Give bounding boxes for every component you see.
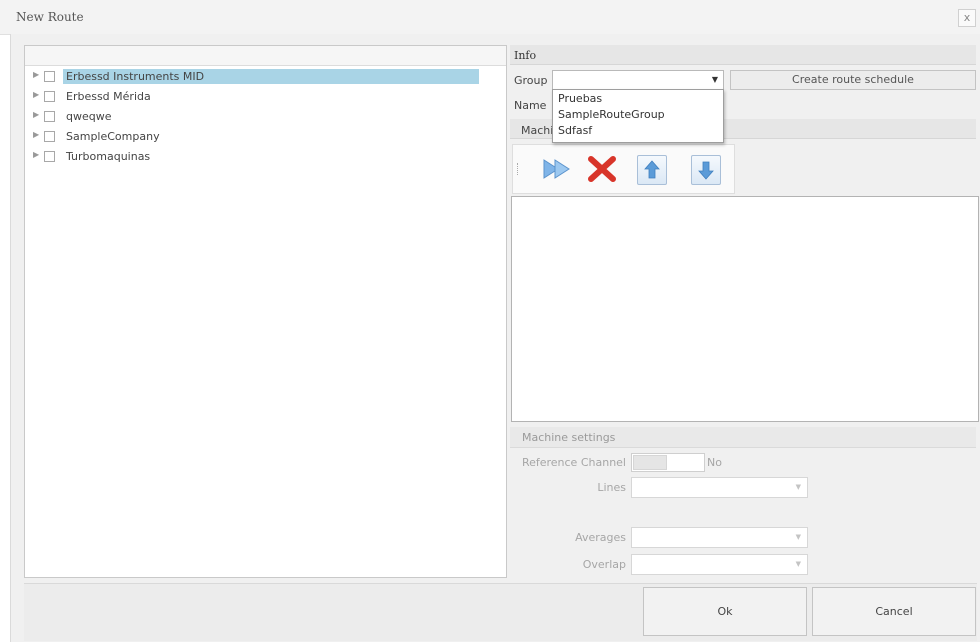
- create-route-schedule-button[interactable]: Create route schedule: [730, 70, 976, 90]
- expand-arrow-icon[interactable]: ▶: [33, 90, 39, 99]
- tree-checkbox[interactable]: [44, 91, 55, 102]
- tree-node[interactable]: ▶ qweqwe: [25, 107, 506, 127]
- expand-arrow-icon[interactable]: ▶: [33, 130, 39, 139]
- toggle-knob: [633, 455, 667, 470]
- expand-arrow-icon[interactable]: ▶: [33, 70, 39, 79]
- toolbar-grip[interactable]: [517, 163, 520, 175]
- group-label: Group: [514, 74, 548, 87]
- dropdown-option[interactable]: Pruebas: [558, 92, 602, 105]
- dropdown-option[interactable]: Sdfasf: [558, 124, 592, 137]
- dropdown-option[interactable]: SampleRouteGroup: [558, 108, 665, 121]
- tree-header: [25, 46, 506, 66]
- close-button[interactable]: x: [958, 9, 976, 27]
- tree-node[interactable]: ▶ Erbessd Mérida: [25, 87, 506, 107]
- tree-node-label: SampleCompany: [66, 130, 160, 143]
- delete-x-icon[interactable]: [585, 153, 619, 185]
- tree-checkbox[interactable]: [44, 111, 55, 122]
- overlap-select[interactable]: ▼: [631, 554, 808, 575]
- info-header: Info: [514, 49, 537, 62]
- expand-arrow-icon[interactable]: ▶: [33, 150, 39, 159]
- machines-list[interactable]: [511, 196, 979, 422]
- tree-node-label: Turbomaquinas: [66, 150, 151, 163]
- averages-label: Averages: [575, 531, 626, 544]
- cancel-button[interactable]: Cancel: [812, 587, 976, 636]
- name-label: Name: [514, 99, 547, 112]
- move-down-icon[interactable]: [691, 155, 725, 187]
- machines-header: Machi: [521, 124, 554, 137]
- group-dropdown-list: Pruebas SampleRouteGroup Sdfasf: [552, 89, 724, 143]
- overlap-label: Overlap: [582, 558, 626, 571]
- tree-checkbox[interactable]: [44, 131, 55, 142]
- expand-arrow-icon[interactable]: ▶: [33, 110, 39, 119]
- averages-select[interactable]: ▼: [631, 527, 808, 548]
- reference-channel-label: Reference Channel: [521, 456, 626, 469]
- group-select[interactable]: ▼: [552, 70, 724, 90]
- company-tree: ▶ Erbessd Instruments MID ▶ Erbessd Méri…: [24, 45, 507, 578]
- chevron-down-icon: ▼: [795, 533, 801, 541]
- chevron-down-icon: ▼: [795, 560, 801, 568]
- move-up-icon[interactable]: [637, 155, 671, 187]
- chevron-down-icon: ▼: [795, 483, 801, 491]
- tree-checkbox[interactable]: [44, 151, 55, 162]
- info-header-bar: [510, 45, 976, 65]
- lines-label: Lines: [597, 481, 626, 494]
- reference-channel-value: No: [707, 456, 722, 469]
- tree-node-label: Erbessd Mérida: [66, 90, 151, 103]
- add-arrow-icon[interactable]: [541, 153, 575, 185]
- reference-channel-toggle[interactable]: [631, 453, 705, 472]
- tree-node-label: Erbessd Instruments MID: [63, 69, 479, 84]
- tree-node[interactable]: ▶ SampleCompany: [25, 127, 506, 147]
- machine-settings-header: Machine settings: [522, 431, 616, 444]
- tree-node-label: qweqwe: [66, 110, 112, 123]
- tree-node[interactable]: ▶ Erbessd Instruments MID: [25, 67, 506, 87]
- title-bar: [0, 0, 980, 35]
- ok-button[interactable]: Ok: [643, 587, 807, 636]
- lines-select[interactable]: ▼: [631, 477, 808, 498]
- chevron-down-icon[interactable]: ▼: [712, 75, 718, 84]
- machine-toolbar: [512, 144, 735, 194]
- tree-node[interactable]: ▶ Turbomaquinas: [25, 147, 506, 167]
- tree-checkbox[interactable]: [44, 71, 55, 82]
- window-title: New Route: [16, 10, 84, 24]
